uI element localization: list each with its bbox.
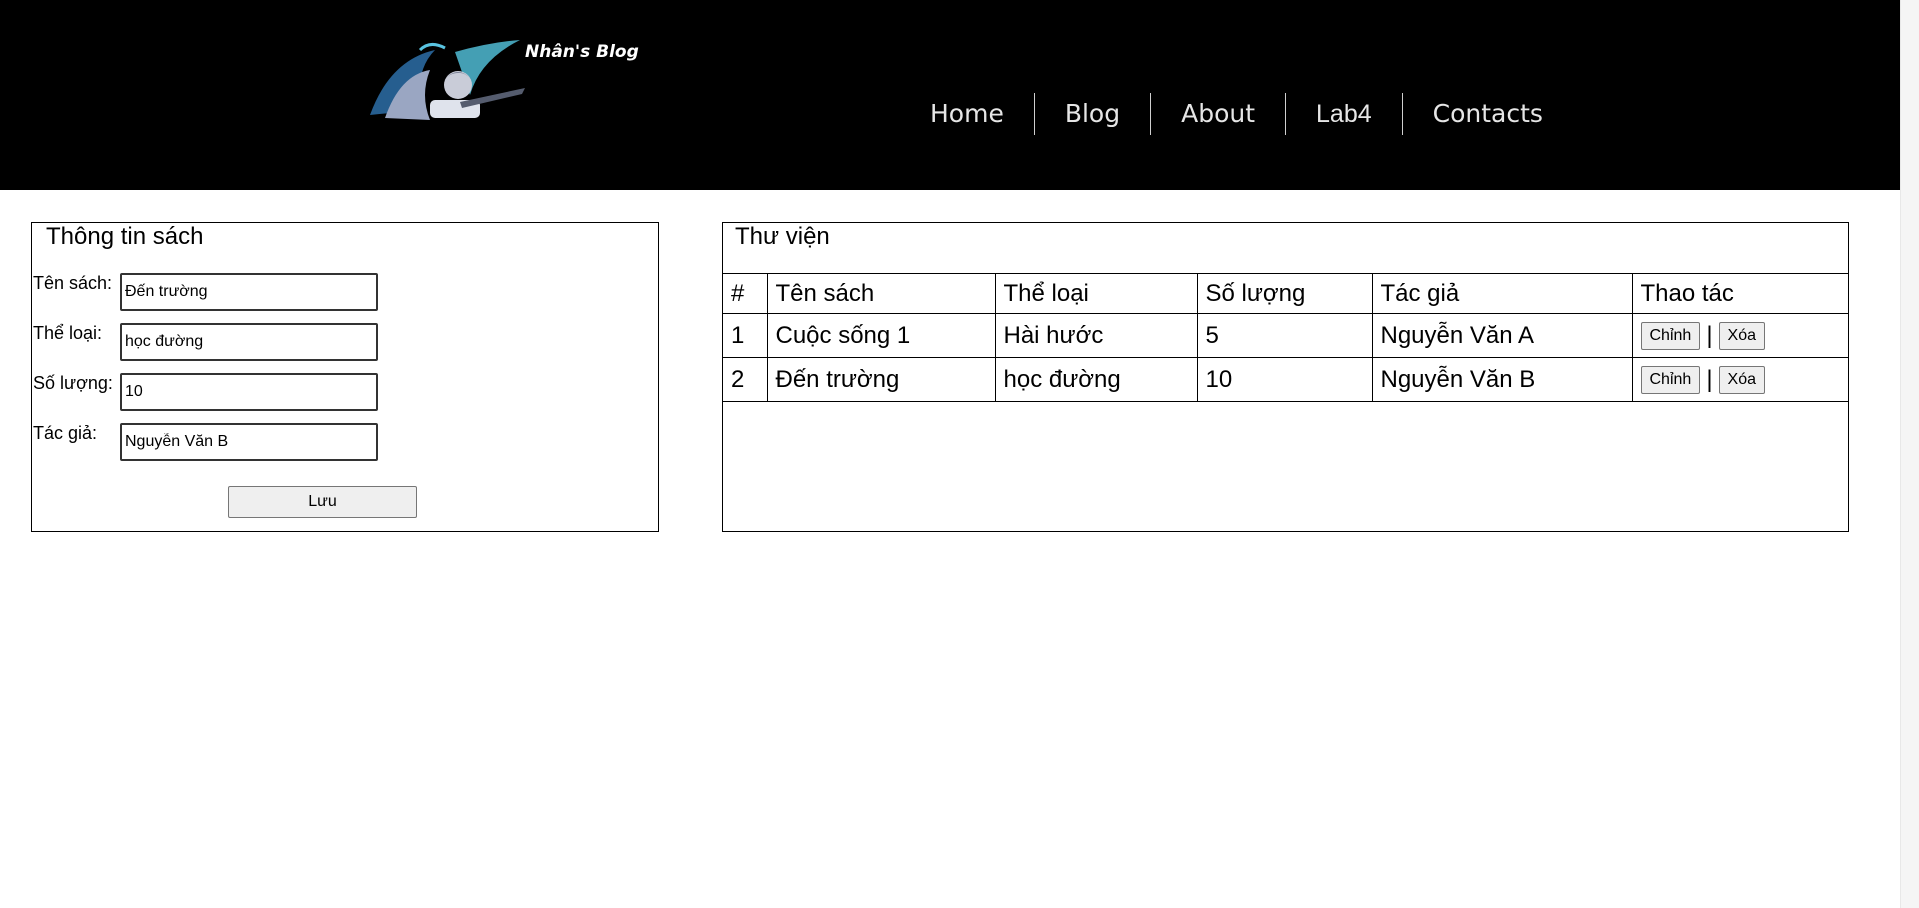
nav-home[interactable]: Home xyxy=(900,92,1034,136)
form-title: Thông tin sách xyxy=(46,223,204,250)
table-row: 1 Cuộc sống 1 Hài hước 5 Nguyễn Văn A Ch… xyxy=(723,313,1848,358)
book-table: # Tên sách Thể loại Số lượng Tác giả Tha… xyxy=(723,273,1848,402)
field-author: Tác giả: xyxy=(32,423,432,461)
cell-genre: học đường xyxy=(994,357,1198,402)
cell-quantity: 5 xyxy=(1196,313,1373,358)
col-header-quantity: Số lượng xyxy=(1196,273,1373,314)
col-header-author: Tác giả xyxy=(1371,273,1633,314)
site-header: Nhân's Blog Home Blog About Lab4 Contact… xyxy=(0,0,1900,190)
cell-quantity: 10 xyxy=(1196,357,1373,402)
cell-genre: Hài hước xyxy=(994,313,1198,358)
field-quantity: Số lượng: xyxy=(32,373,432,411)
cell-actions: Chỉnh | Xóa xyxy=(1631,357,1848,402)
table-row: 2 Đến trường học đường 10 Nguyễn Văn B C… xyxy=(723,357,1848,402)
save-button[interactable]: Lưu xyxy=(228,486,417,518)
quantity-input[interactable] xyxy=(120,373,378,411)
field-genre: Thể loại: xyxy=(32,323,432,361)
delete-button[interactable]: Xóa xyxy=(1718,321,1766,350)
genre-label: Thể loại: xyxy=(33,323,103,343)
cell-actions: Chỉnh | Xóa xyxy=(1631,313,1848,358)
author-input[interactable] xyxy=(120,423,378,461)
col-header-index: # xyxy=(723,273,768,314)
nav-contacts[interactable]: Contacts xyxy=(1403,92,1573,136)
logo-image[interactable] xyxy=(360,40,530,130)
quantity-label: Số lượng: xyxy=(33,373,113,393)
cell-author: Nguyễn Văn A xyxy=(1371,313,1633,358)
col-header-name: Tên sách xyxy=(766,273,996,314)
edit-button[interactable]: Chỉnh xyxy=(1640,365,1701,394)
nav-about[interactable]: About xyxy=(1151,92,1285,136)
genre-input[interactable] xyxy=(120,323,378,361)
page-scrollbar[interactable] xyxy=(1900,0,1919,908)
library-panel: Thư viện # Tên sách Thể loại Số lượng Tá… xyxy=(722,222,1849,532)
delete-button[interactable]: Xóa xyxy=(1718,365,1766,394)
cell-index: 1 xyxy=(723,313,768,358)
cell-index: 2 xyxy=(723,357,768,402)
library-title: Thư viện xyxy=(735,223,830,250)
col-header-genre: Thể loại xyxy=(994,273,1198,314)
cell-author: Nguyễn Văn B xyxy=(1371,357,1633,402)
nav-blog[interactable]: Blog xyxy=(1035,92,1150,136)
book-name-input[interactable] xyxy=(120,273,378,311)
cell-name: Đến trường xyxy=(766,357,996,402)
nav-lab4[interactable]: Lab4 xyxy=(1286,92,1402,136)
edit-button[interactable]: Chỉnh xyxy=(1640,321,1701,350)
main-nav: Home Blog About Lab4 Contacts xyxy=(900,92,1573,136)
book-name-label: Tên sách: xyxy=(33,273,113,293)
blog-title[interactable]: Nhân's Blog xyxy=(525,42,639,62)
action-separator: | xyxy=(1706,365,1713,393)
field-book-name: Tên sách: xyxy=(32,273,432,311)
book-form-panel: Thông tin sách Tên sách: Thể loại: Số lư… xyxy=(31,222,659,532)
action-separator: | xyxy=(1706,321,1713,349)
table-header-row: # Tên sách Thể loại Số lượng Tác giả Tha… xyxy=(723,273,1848,314)
cell-name: Cuộc sống 1 xyxy=(766,313,996,358)
author-label: Tác giả: xyxy=(33,423,98,443)
col-header-actions: Thao tác xyxy=(1631,273,1848,314)
